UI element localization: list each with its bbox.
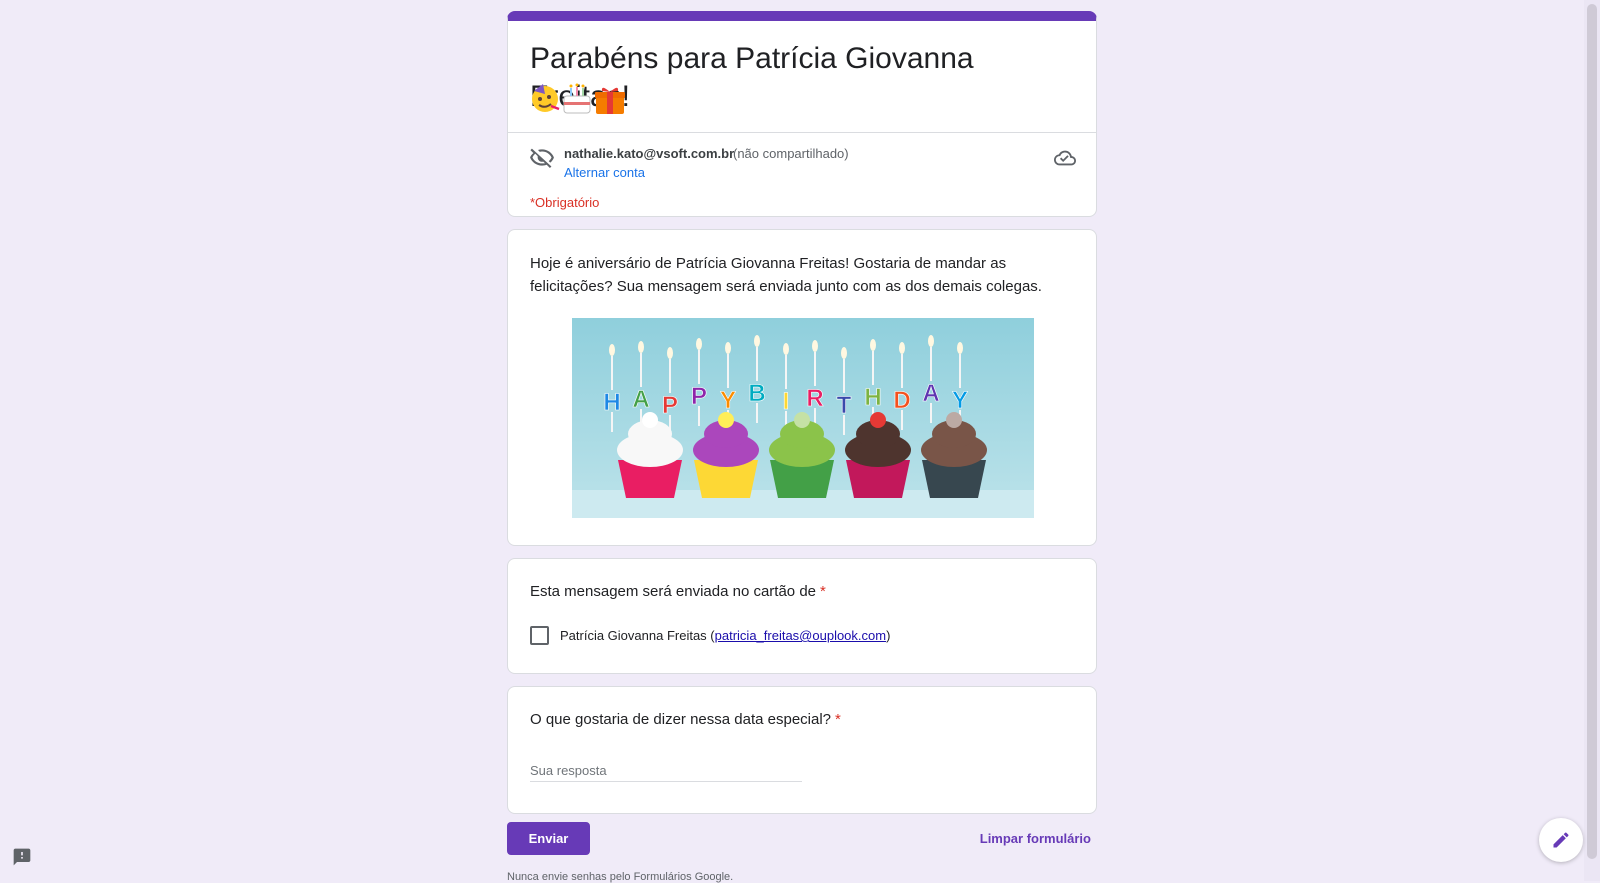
required-asterisk: * [820,583,826,600]
svg-text:A: A [922,380,939,407]
svg-text:B: B [748,380,765,407]
pencil-icon [1553,832,1569,848]
checkbox-option-label[interactable]: Patrícia Giovanna Freitas (patricia_frei… [560,628,890,643]
eye-off-icon [529,145,555,171]
scrollbar-thumb[interactable] [1587,4,1597,859]
description-card: Hoje é aniversário de Patrícia Giovanna … [507,229,1097,546]
form-column: Parabéns para Patrícia Giovanna Freitas! [507,11,1097,826]
form-description: Hoje é aniversário de Patrícia Giovanna … [530,255,1042,295]
answer-input[interactable] [530,759,802,782]
report-feedback-icon[interactable] [12,847,32,867]
recipient-email-link[interactable]: patricia_freitas@ouplook.com [715,628,886,643]
svg-text:T: T [837,392,852,419]
wrapped-gift-icon [595,87,625,114]
svg-text:P: P [662,392,678,419]
form-header-card: Parabéns para Patrícia Giovanna Freitas! [507,11,1097,217]
svg-text:Y: Y [720,387,736,414]
svg-text:Y: Y [952,387,968,414]
title-emojis [530,82,630,118]
partying-face-icon [532,84,560,112]
recipient-checkbox[interactable] [530,626,549,645]
paren-close: ) [886,628,891,643]
submit-button[interactable]: Enviar [507,822,590,855]
recipient-name: Patrícia Giovanna Freitas [560,628,707,643]
required-note: *Obrigatório [530,195,600,210]
form-actions: Enviar Limpar formulário [507,822,1097,856]
clear-form-link[interactable]: Limpar formulário [980,831,1091,846]
required-asterisk: * [835,711,841,728]
question-text: O que gostaria de dizer nessa data espec… [530,711,832,728]
svg-text:D: D [893,387,910,414]
cloud-check-icon [1054,147,1076,169]
svg-text:P: P [691,383,707,410]
sharing-note: (não compartilhado) [733,146,849,161]
paren-open: ( [706,628,715,643]
account-email: nathalie.kato@vsoft.com.br [564,146,735,161]
birthday-cake-icon [563,83,591,114]
question-title: O que gostaria de dizer nessa data espec… [530,711,841,728]
svg-text:R: R [806,385,823,412]
question-card-message: O que gostaria de dizer nessa data espec… [507,686,1097,814]
svg-text:I: I [783,388,790,415]
header-divider [508,132,1096,133]
svg-text:H: H [864,384,881,411]
birthday-banner-image: HAPPYBIRTHDAY [572,318,1034,518]
question-title: Esta mensagem será enviada no cartão de * [530,583,826,600]
edit-form-button[interactable] [1539,818,1583,862]
question-card-recipient: Esta mensagem será enviada no cartão de *… [507,558,1097,674]
page-scrollbar[interactable] [1584,0,1600,881]
footer-note: Nunca envie senhas pelo Formulários Goog… [507,871,734,883]
switch-account-link[interactable]: Alternar conta [564,165,645,180]
svg-text:A: A [632,386,649,413]
question-text: Esta mensagem será enviada no cartão de [530,583,817,600]
svg-text:H: H [603,389,620,416]
